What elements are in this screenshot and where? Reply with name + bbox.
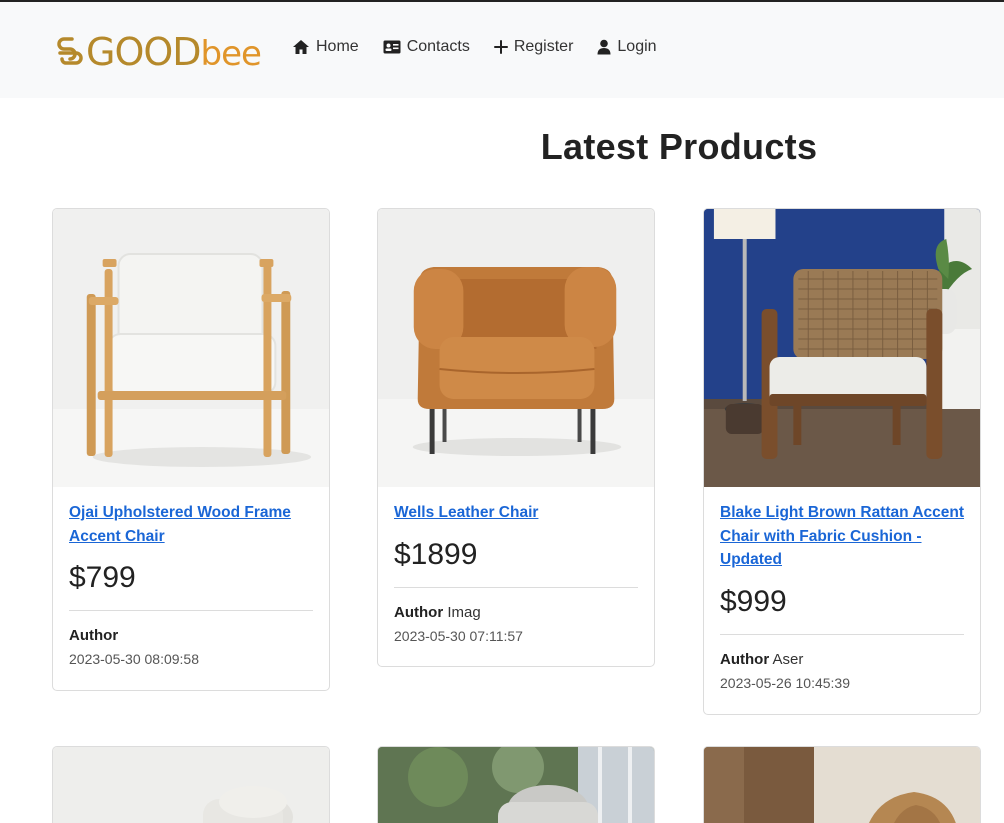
product-title-link[interactable]: Wells Leather Chair: [394, 501, 638, 525]
product-price: $999: [720, 584, 787, 618]
product-card: [52, 746, 330, 823]
product-image-rattan-chair[interactable]: [704, 209, 980, 487]
product-image-wicker-chair[interactable]: [704, 747, 981, 823]
product-author: Author: [69, 625, 313, 647]
plus-icon: [493, 40, 508, 54]
product-card-body: Ojai Upholstered Wood Frame Accent Chair…: [53, 487, 329, 687]
nav-login[interactable]: Login: [597, 38, 657, 56]
goodbee-logo-icon: [57, 37, 83, 65]
product-image-outdoor-chair[interactable]: [378, 747, 655, 823]
card-divider: [720, 633, 964, 635]
product-author: Author Imag: [394, 602, 638, 624]
product-image-sofa[interactable]: [53, 747, 330, 823]
author-label: Author: [394, 603, 444, 621]
brand-logo[interactable]: GOODbee: [56, 30, 262, 76]
nav-register[interactable]: Register: [493, 38, 574, 56]
product-card: [377, 746, 655, 823]
product-title-link[interactable]: Ojai Upholstered Wood Frame Accent Chair: [69, 501, 313, 548]
product-card: Wells Leather Chair $1899 Author Imag 20…: [377, 208, 655, 667]
product-card: Ojai Upholstered Wood Frame Accent Chair…: [52, 208, 330, 691]
product-image-leather-chair[interactable]: [378, 209, 654, 487]
nav-contacts-label: Contacts: [406, 38, 470, 55]
nav-links: Home Contacts Register Login: [292, 38, 657, 56]
user-icon: [597, 39, 611, 55]
author-label: Author: [69, 627, 119, 644]
contact-card-icon: [383, 40, 401, 54]
author-name: Imag: [447, 603, 481, 621]
brand-name-bee: bee: [200, 34, 262, 74]
product-date: 2023-05-26 10:45:39: [720, 674, 850, 691]
product-card: Blake Light Brown Rattan Accent Chair wi…: [703, 208, 981, 715]
product-card-body: Wells Leather Chair $1899 Author Imag 20…: [378, 487, 654, 664]
nav-contacts[interactable]: Contacts: [383, 38, 470, 56]
product-title-link[interactable]: Blake Light Brown Rattan Accent Chair wi…: [720, 501, 964, 572]
nav-home-label: Home: [316, 38, 359, 55]
product-price: $1899: [394, 537, 478, 571]
product-date: 2023-05-30 08:09:58: [69, 651, 199, 667]
product-card: [703, 746, 981, 823]
brand-name: GOODbee: [86, 30, 262, 74]
card-divider: [394, 586, 638, 588]
product-date: 2023-05-30 07:11:57: [394, 627, 523, 644]
nav-home[interactable]: Home: [292, 38, 359, 56]
product-card-body: Blake Light Brown Rattan Accent Chair wi…: [704, 487, 980, 711]
navbar: GOODbee Home Contacts Register Login: [0, 2, 1004, 98]
nav-register-label: Register: [513, 38, 574, 55]
product-image-wood-chair[interactable]: [53, 209, 329, 487]
author-label: Author: [720, 650, 770, 668]
nav-login-label: Login: [617, 38, 657, 55]
home-icon: [293, 40, 309, 54]
brand-name-good: GOOD: [86, 30, 202, 74]
product-price: $799: [69, 561, 136, 594]
author-name: Aser: [772, 650, 804, 668]
product-author: Author Aser: [720, 649, 964, 671]
card-divider: [69, 610, 313, 611]
page-title: Latest Products: [540, 126, 818, 167]
